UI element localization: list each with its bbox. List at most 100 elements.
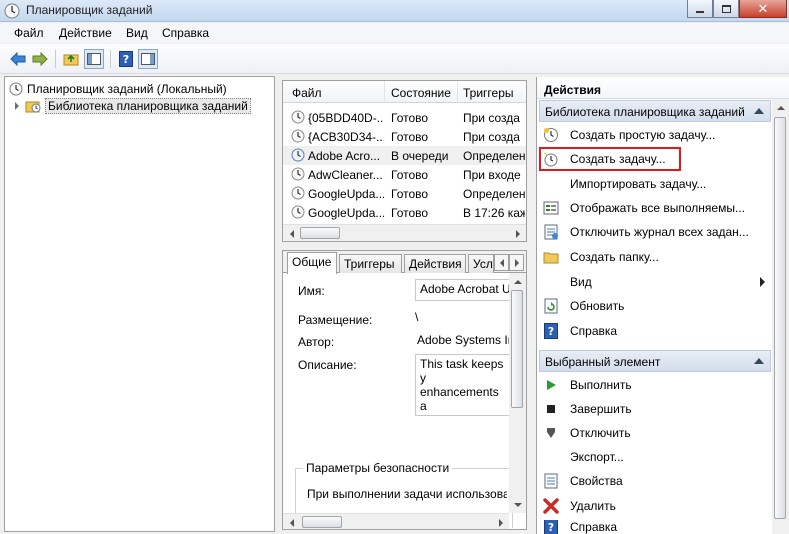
action-label: Отключить журнал всех задан...	[570, 225, 749, 239]
action-disable[interactable]: Отключить	[541, 423, 769, 443]
run-icon	[543, 377, 559, 393]
forward-button[interactable]	[30, 49, 50, 69]
action-view[interactable]: Вид	[541, 272, 769, 292]
toolbar: ?	[0, 44, 789, 74]
task-list-hscrollbar[interactable]	[283, 224, 526, 241]
column-header-file[interactable]: Файл	[292, 86, 322, 100]
description-line: enhancements a	[420, 385, 499, 413]
help-toolbar-button[interactable]: ?	[116, 49, 136, 69]
action-delete[interactable]: Удалить	[541, 496, 769, 516]
up-folder-button[interactable]	[61, 49, 81, 69]
expand-arrow-icon[interactable]	[15, 102, 19, 110]
maximize-icon	[721, 4, 731, 13]
scroll-right-arrow-icon[interactable]	[492, 514, 509, 529]
name-field[interactable]: Adobe Acrobat U	[415, 279, 513, 301]
scroll-up-arrow-icon[interactable]	[509, 273, 526, 290]
collapse-caret-icon[interactable]	[754, 358, 764, 364]
description-field[interactable]: This task keeps y enhancements a	[415, 354, 511, 416]
details-hscrollbar[interactable]	[283, 513, 509, 529]
help-icon: ?	[543, 323, 559, 339]
description-label: Описание:	[298, 358, 357, 372]
action-label: Удалить	[570, 499, 616, 513]
tabs-scroll-right[interactable]	[509, 254, 524, 271]
action-export[interactable]: Экспорт...	[541, 447, 769, 467]
scroll-right-arrow-icon[interactable]	[509, 225, 526, 241]
menu-bar: Файл Действие Вид Справка	[0, 23, 789, 43]
help-icon: ?	[543, 520, 559, 534]
scrollbar-thumb[interactable]	[302, 516, 342, 528]
action-create-basic-task[interactable]: Создать простую задачу...	[541, 125, 769, 145]
tab-actions[interactable]: Действия	[404, 254, 466, 273]
action-import-task[interactable]: Импортировать задачу...	[541, 174, 769, 194]
scroll-left-arrow-icon[interactable]	[283, 225, 300, 241]
action-label: Создать папку...	[570, 250, 659, 264]
close-button[interactable]: ✕	[739, 0, 787, 18]
menu-action[interactable]: Действие	[59, 26, 112, 40]
task-status: Готово	[391, 168, 429, 182]
action-display-running[interactable]: Отображать все выполняемы...	[541, 198, 769, 218]
actions-vscrollbar[interactable]	[772, 99, 789, 534]
folder-clock-icon	[25, 101, 41, 113]
action-label: Свойства	[570, 474, 623, 488]
action-label: Отображать все выполняемы...	[570, 201, 745, 215]
task-name: Adobe Acro...	[308, 149, 381, 163]
menu-file[interactable]: Файл	[14, 26, 44, 40]
task-status: Готово	[391, 206, 429, 220]
task-row-selected[interactable]: Adobe Acro... В очереди Определен	[283, 146, 526, 165]
task-row[interactable]: GoogleUpda... Готово Определен	[283, 184, 526, 203]
action-create-task[interactable]: Создать задачу...	[539, 147, 681, 171]
back-button[interactable]	[8, 49, 28, 69]
tabs-scroll-left[interactable]	[494, 254, 509, 271]
scroll-down-arrow-icon[interactable]	[509, 496, 526, 513]
details-vscrollbar[interactable]	[509, 273, 526, 513]
action-run[interactable]: Выполнить	[541, 375, 769, 395]
clock-icon	[9, 82, 23, 96]
action-end[interactable]: Завершить	[541, 399, 769, 419]
minimize-button[interactable]	[687, 0, 713, 18]
tree-node-root[interactable]: Планировщик заданий (Локальный)	[9, 80, 227, 98]
task-list-header: Файл Состояние Триггеры	[283, 81, 526, 103]
window-title: Планировщик заданий	[26, 3, 153, 17]
action-create-folder[interactable]: Создать папку...	[541, 247, 769, 267]
action-help[interactable]: ? Справка	[541, 321, 769, 341]
scroll-left-arrow-icon[interactable]	[283, 514, 300, 529]
task-details-pane: Общие Триггеры Действия Усл Имя: Adobe A…	[282, 250, 527, 530]
action-disable-history[interactable]: Отключить журнал всех задан...	[541, 222, 769, 242]
section-library[interactable]: Библиотека планировщика заданий	[539, 100, 771, 122]
scroll-up-arrow-icon[interactable]	[772, 99, 789, 116]
tab-general[interactable]: Общие	[287, 252, 337, 274]
scrollbar-thumb[interactable]	[774, 117, 786, 519]
show-hide-console-tree-button[interactable]	[84, 49, 104, 69]
task-row[interactable]: GoogleUpda... Готово В 17:26 кажд	[283, 203, 526, 222]
column-header-triggers[interactable]: Триггеры	[463, 86, 514, 100]
show-hide-action-pane-button[interactable]	[138, 49, 158, 69]
action-pane-icon	[141, 53, 155, 65]
tab-conditions[interactable]: Усл	[468, 254, 494, 273]
section-selected-item[interactable]: Выбранный элемент	[539, 350, 771, 372]
action-label: Справка	[570, 520, 618, 534]
tree-node-library[interactable]: Библиотека планировщика заданий	[15, 97, 251, 115]
menu-help[interactable]: Справка	[162, 26, 209, 40]
task-row[interactable]: {05BDD40D-... Готово При созда	[283, 108, 526, 127]
task-name: AdwCleaner...	[308, 168, 383, 182]
scrollbar-thumb[interactable]	[300, 227, 340, 239]
column-header-status[interactable]: Состояние	[391, 86, 451, 100]
action-refresh[interactable]: Обновить	[541, 296, 769, 316]
action-properties[interactable]: Свойства	[541, 471, 769, 491]
tab-triggers[interactable]: Триггеры	[339, 254, 402, 273]
task-row[interactable]: {ACB30D34-... Готово При созда	[283, 127, 526, 146]
section-selected-label: Выбранный элемент	[545, 355, 661, 369]
maximize-button[interactable]	[713, 0, 739, 18]
description-line: This task keeps y	[420, 357, 504, 385]
collapse-caret-icon[interactable]	[754, 108, 764, 114]
action-label: Экспорт...	[570, 450, 624, 464]
action-label: Выполнить	[570, 378, 632, 392]
scrollbar-thumb[interactable]	[511, 290, 523, 408]
tabs-left-arrow-icon	[499, 258, 504, 267]
action-label: Справка	[570, 324, 618, 338]
task-trigger: Определен	[463, 149, 525, 163]
menu-view[interactable]: Вид	[126, 26, 148, 40]
action-help-selected[interactable]: ? Справка	[541, 520, 769, 534]
task-row[interactable]: AdwCleaner... Готово При входе	[283, 165, 526, 184]
submenu-arrow-icon	[760, 277, 765, 287]
